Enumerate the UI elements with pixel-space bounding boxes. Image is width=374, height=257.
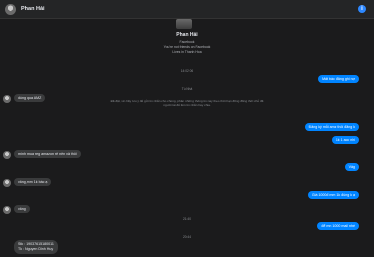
message-bubble-outgoing[interactable]: Đăng ký mỗi amz thôi đăng k bbox=[304, 123, 359, 131]
profile-source: Facebook bbox=[179, 40, 195, 44]
profile-friend-status: You're not friends on Facebook bbox=[163, 45, 211, 49]
timestamp: 14:02 06 bbox=[180, 69, 194, 73]
message-bubble-incoming[interactable]: dùng qua AMZ bbox=[14, 94, 46, 102]
message-bubble-incoming[interactable]: mình mua reg amazon rẻ nên xả thôi bbox=[14, 150, 81, 158]
sender-avatar bbox=[3, 206, 11, 214]
chat-header: Phan Hải i bbox=[0, 0, 374, 19]
profile-location: Lives in Thanh Hoa bbox=[172, 50, 202, 54]
system-notice: Đã đặt, xin hãy lưu ý để gửi tin nhắn ch… bbox=[110, 99, 264, 107]
sender-avatar bbox=[3, 179, 11, 187]
timestamp: 20:44 bbox=[183, 235, 191, 239]
sender-avatar bbox=[3, 151, 11, 159]
message-bubble-outgoing[interactable]: Giá 1000đ mm 1k đúng k ạ bbox=[307, 191, 359, 199]
message-thread[interactable]: Phan Hải Facebook You're not friends on … bbox=[0, 19, 374, 257]
profile-name: Phan Hải bbox=[176, 32, 198, 38]
message-bubble-incoming[interactable]: vâng bbox=[14, 205, 30, 213]
message-bubble-outgoing[interactable]: Vâg bbox=[344, 163, 359, 171]
sender-avatar bbox=[3, 95, 11, 103]
account-name-line: Tk : Nguyen Dinh Huy bbox=[18, 247, 54, 251]
message-bubble-outgoing[interactable]: để mn 1000 mail nhé bbox=[317, 222, 359, 230]
message-bubble-incoming[interactable]: vâng,mm 1k bác ạ bbox=[14, 178, 52, 186]
message-bubble-outgoing[interactable]: Mất bác đăng ghi nợ bbox=[318, 75, 359, 83]
message-bubble-incoming[interactable]: Stk : 19037615180011 Tk : Nguyen Dinh Hu… bbox=[14, 240, 58, 254]
timestamp: 21:40 bbox=[183, 217, 191, 221]
contact-avatar[interactable] bbox=[5, 3, 16, 15]
info-icon[interactable]: i bbox=[358, 5, 366, 13]
message-bubble-outgoing[interactable]: 1k 1 acc nhi bbox=[331, 136, 359, 144]
timestamp: Tú Nhâ bbox=[181, 87, 193, 91]
profile-photo[interactable] bbox=[176, 19, 192, 29]
contact-name[interactable]: Phan Hải bbox=[21, 6, 45, 12]
